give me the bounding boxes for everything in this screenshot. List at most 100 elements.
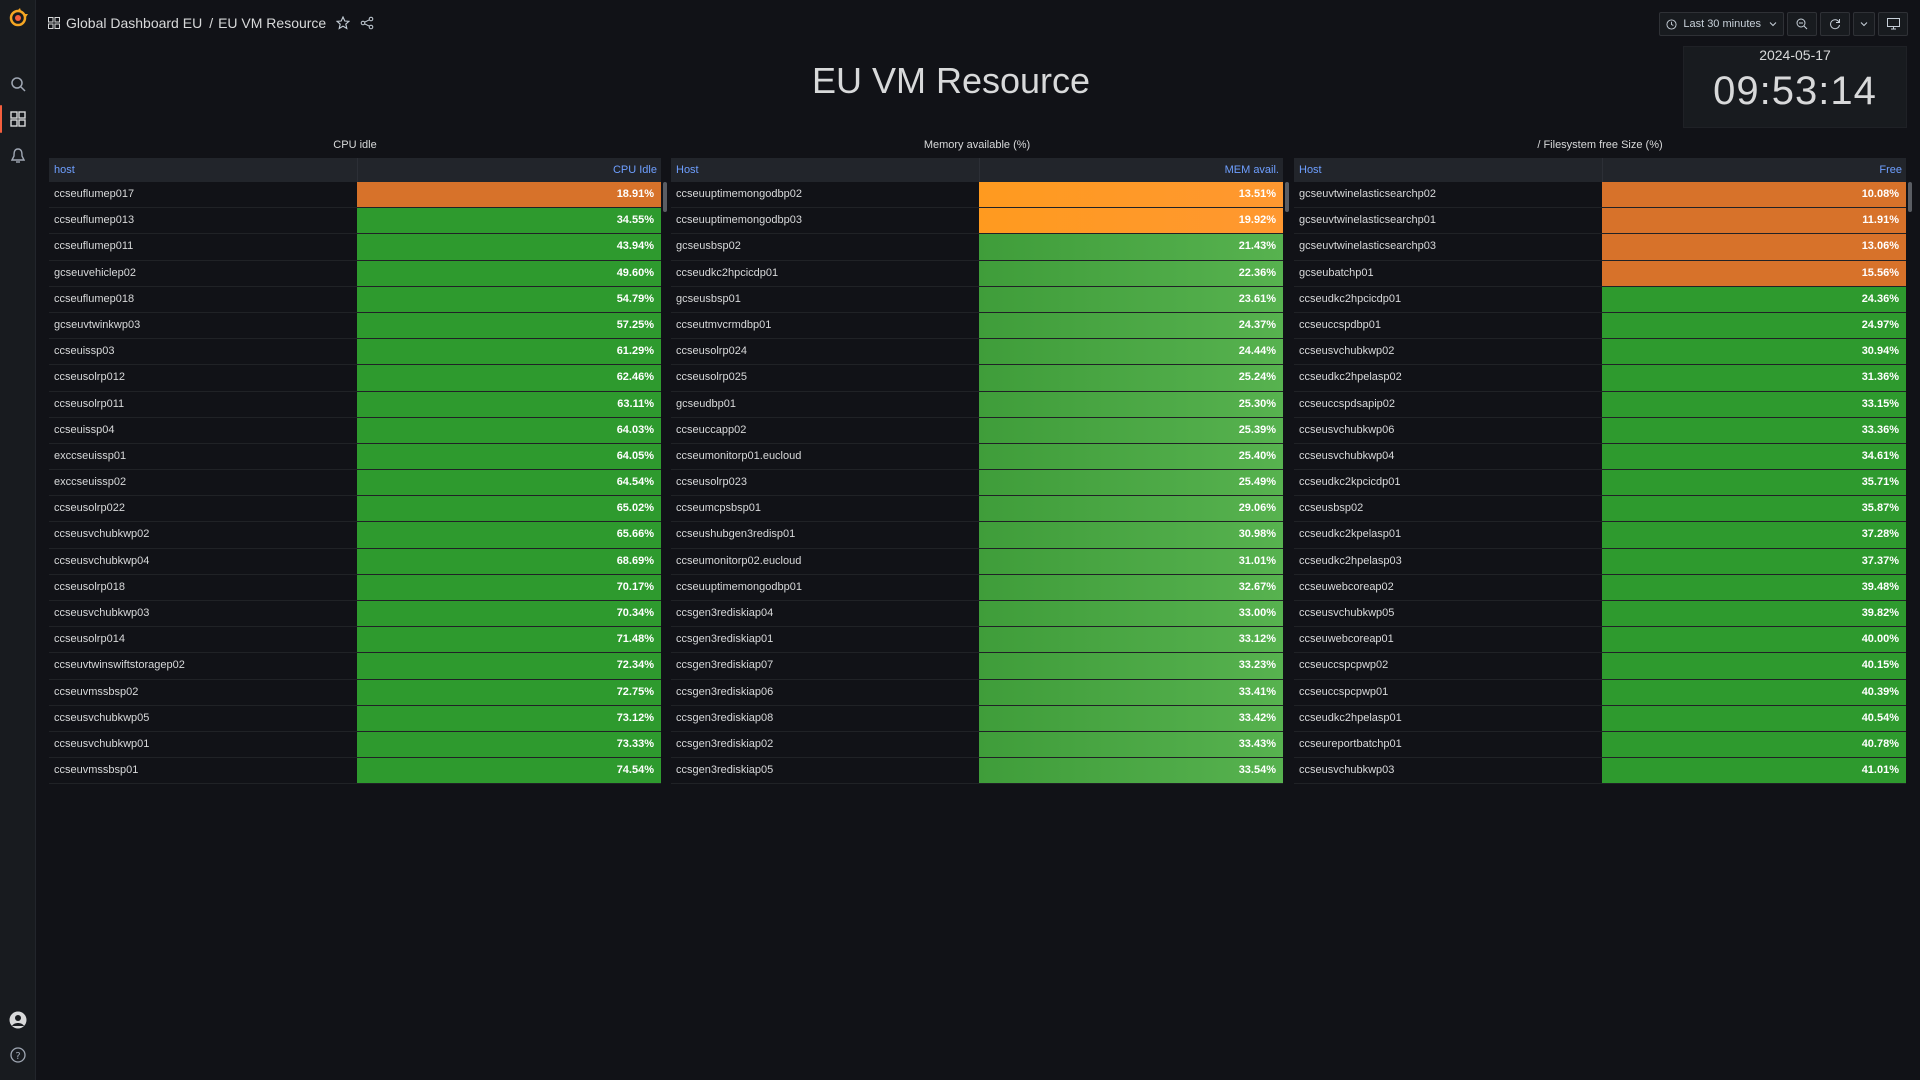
column-header-host[interactable]: host xyxy=(49,158,357,182)
value-cell: 30.94% xyxy=(1602,339,1906,365)
table-row: ccseusolrp014 71.48% xyxy=(49,627,661,654)
dashboards-icon[interactable] xyxy=(0,105,28,133)
refresh-interval-dropdown[interactable] xyxy=(1853,12,1875,36)
value-cell: 37.37% xyxy=(1602,548,1906,574)
time-range-picker[interactable]: Last 30 minutes xyxy=(1659,12,1784,36)
host-cell: gcseuvehiclep02 xyxy=(54,266,136,279)
value-cell: 33.15% xyxy=(1602,391,1906,417)
clock-icon xyxy=(1666,18,1677,30)
host-cell: ccseuissp04 xyxy=(54,423,115,436)
search-icon[interactable] xyxy=(8,74,28,94)
table-body: ccseuuptimemongodbp02 13.51% ccseuuptimemo… xyxy=(671,182,1283,785)
host-cell: ccsgen3rediskiap05 xyxy=(676,764,774,777)
table-row: ccseusvchubkwp03 41.01% xyxy=(1294,758,1906,785)
value-cell: 33.36% xyxy=(1602,417,1906,443)
host-cell: ccseuccspcpwp02 xyxy=(1299,659,1389,672)
host-cell: ccsgen3rediskiap04 xyxy=(676,607,774,619)
table-row: ccseuissp03 61.29% xyxy=(49,339,661,366)
column-header-value[interactable]: MEM avail. xyxy=(979,158,1283,182)
host-cell: ccseusvchubkwp03 xyxy=(1299,764,1395,777)
star-icon[interactable] xyxy=(336,16,351,30)
scrollbar[interactable] xyxy=(663,182,667,212)
value-cell: 33.54% xyxy=(979,758,1283,784)
table-row: ccseusvchubkwp04 34.61% xyxy=(1294,443,1906,471)
table-row: ccsgen3rediskiap02 33.43% xyxy=(671,731,1283,759)
table-row: ccsgen3rediskiap01 33.12% xyxy=(671,627,1283,654)
host-cell: ccseusolrp024 xyxy=(676,345,747,358)
value-cell: 64.54% xyxy=(357,470,661,496)
value-cell: 29.06% xyxy=(979,496,1283,522)
host-cell: ccseudkc2hpelasp02 xyxy=(1299,371,1402,384)
table-row: ccseuwebcoreap02 39.48% xyxy=(1294,574,1906,601)
table-row: ccseuvmssbsp02 72.75% xyxy=(49,679,661,706)
breadcrumb-dashboard[interactable]: EU VM Resource xyxy=(218,15,326,31)
host-cell: gcseudbp01 xyxy=(676,397,736,410)
host-cell: ccseumonitorp01.eucloud xyxy=(676,449,802,462)
value-cell: 33.43% xyxy=(979,731,1283,758)
table-row: ccseuccspdsapip02 33.15% xyxy=(1294,391,1906,418)
dashboard-navbar: Global Dashboard EU / EU VM Resource Las… xyxy=(36,0,1920,46)
host-cell: ccseusvchubkwp03 xyxy=(54,607,150,619)
value-cell: 40.15% xyxy=(1602,653,1906,679)
host-cell: ccseuuptimemongodbp02 xyxy=(676,188,802,200)
value-cell: 33.23% xyxy=(979,653,1283,679)
value-cell: 25.30% xyxy=(979,391,1283,417)
table-row: gcseuvtwinkwp03 57.25% xyxy=(49,312,661,340)
table-row: ccseuflumep017 18.91% xyxy=(49,182,661,209)
value-cell: 65.02% xyxy=(357,496,661,522)
table-row: ccseusvchubkwp05 73.12% xyxy=(49,705,661,732)
table-row: ccseusolrp012 62.46% xyxy=(49,365,661,392)
refresh-button[interactable] xyxy=(1820,12,1850,36)
table-row: ccseusolrp022 65.02% xyxy=(49,496,661,523)
table-row: ccseudkc2kpcicdp01 35.71% xyxy=(1294,470,1906,497)
host-cell: exccseuissp02 xyxy=(54,476,127,489)
zoom-out-button[interactable] xyxy=(1787,12,1817,36)
value-cell: 18.91% xyxy=(357,182,661,208)
table-row: ccseuissp04 64.03% xyxy=(49,417,661,444)
value-cell: 24.44% xyxy=(979,339,1283,365)
scrollbar[interactable] xyxy=(1908,182,1912,212)
tv-mode-button[interactable] xyxy=(1878,12,1908,36)
grafana-logo-icon[interactable] xyxy=(8,8,28,28)
value-cell: 41.01% xyxy=(1602,758,1906,784)
value-cell: 72.75% xyxy=(357,679,661,705)
table-body: gcseuvtwinelasticsearchp02 10.08% gcseuvtw… xyxy=(1294,182,1906,785)
panel-title: / Filesystem free Size (%) xyxy=(1537,139,1663,151)
host-cell: gcseusbsp02 xyxy=(676,240,741,253)
table-row: ccseusvchubkwp03 70.34% xyxy=(49,601,661,628)
column-header-host[interactable]: Host xyxy=(1294,158,1602,182)
host-cell: gcseusbsp01 xyxy=(676,292,741,305)
breadcrumb-folder[interactable]: Global Dashboard EU xyxy=(66,15,202,31)
value-cell: 33.12% xyxy=(979,627,1283,653)
column-header-host[interactable]: Host xyxy=(671,158,979,182)
host-cell: gcseuvtwinelasticsearchp02 xyxy=(1299,188,1436,200)
alerting-bell-icon[interactable] xyxy=(8,146,28,166)
value-cell: 30.98% xyxy=(979,522,1283,548)
value-cell: 15.56% xyxy=(1602,260,1906,286)
host-cell: ccseusvchubkwp04 xyxy=(54,554,150,567)
page-title: EU VM Resource xyxy=(811,60,1091,101)
scrollbar[interactable] xyxy=(1285,182,1289,212)
value-cell: 62.46% xyxy=(357,365,661,391)
value-cell: 35.71% xyxy=(1602,470,1906,496)
value-cell: 39.82% xyxy=(1602,601,1906,627)
table-row: ccseumonitorp01.eucloud 25.40% xyxy=(671,443,1283,471)
value-cell: 19.92% xyxy=(979,208,1283,234)
table-row: ccsgen3rediskiap07 33.23% xyxy=(671,653,1283,680)
table-row: ccseusvchubkwp01 73.33% xyxy=(49,731,661,759)
value-cell: 64.03% xyxy=(357,417,661,443)
value-cell: 40.00% xyxy=(1602,627,1906,653)
column-header-value[interactable]: CPU Idle xyxy=(357,158,661,182)
share-icon[interactable] xyxy=(360,16,374,30)
host-cell: ccseudkc2hpcicdp01 xyxy=(676,266,779,279)
panel-title: CPU idle xyxy=(333,139,377,151)
table-row: ccseudkc2hpelasp01 40.54% xyxy=(1294,705,1906,732)
value-cell: 37.28% xyxy=(1602,522,1906,548)
value-cell: 13.51% xyxy=(979,182,1283,208)
help-icon[interactable]: ? xyxy=(8,1045,28,1065)
table-row: ccseusolrp011 63.11% xyxy=(49,391,661,418)
column-header-value[interactable]: Free xyxy=(1602,158,1906,182)
table-row: exccseuissp01 64.05% xyxy=(49,443,661,471)
table-row: ccseusvchubkwp06 33.36% xyxy=(1294,417,1906,444)
user-avatar-icon[interactable] xyxy=(8,1010,28,1030)
